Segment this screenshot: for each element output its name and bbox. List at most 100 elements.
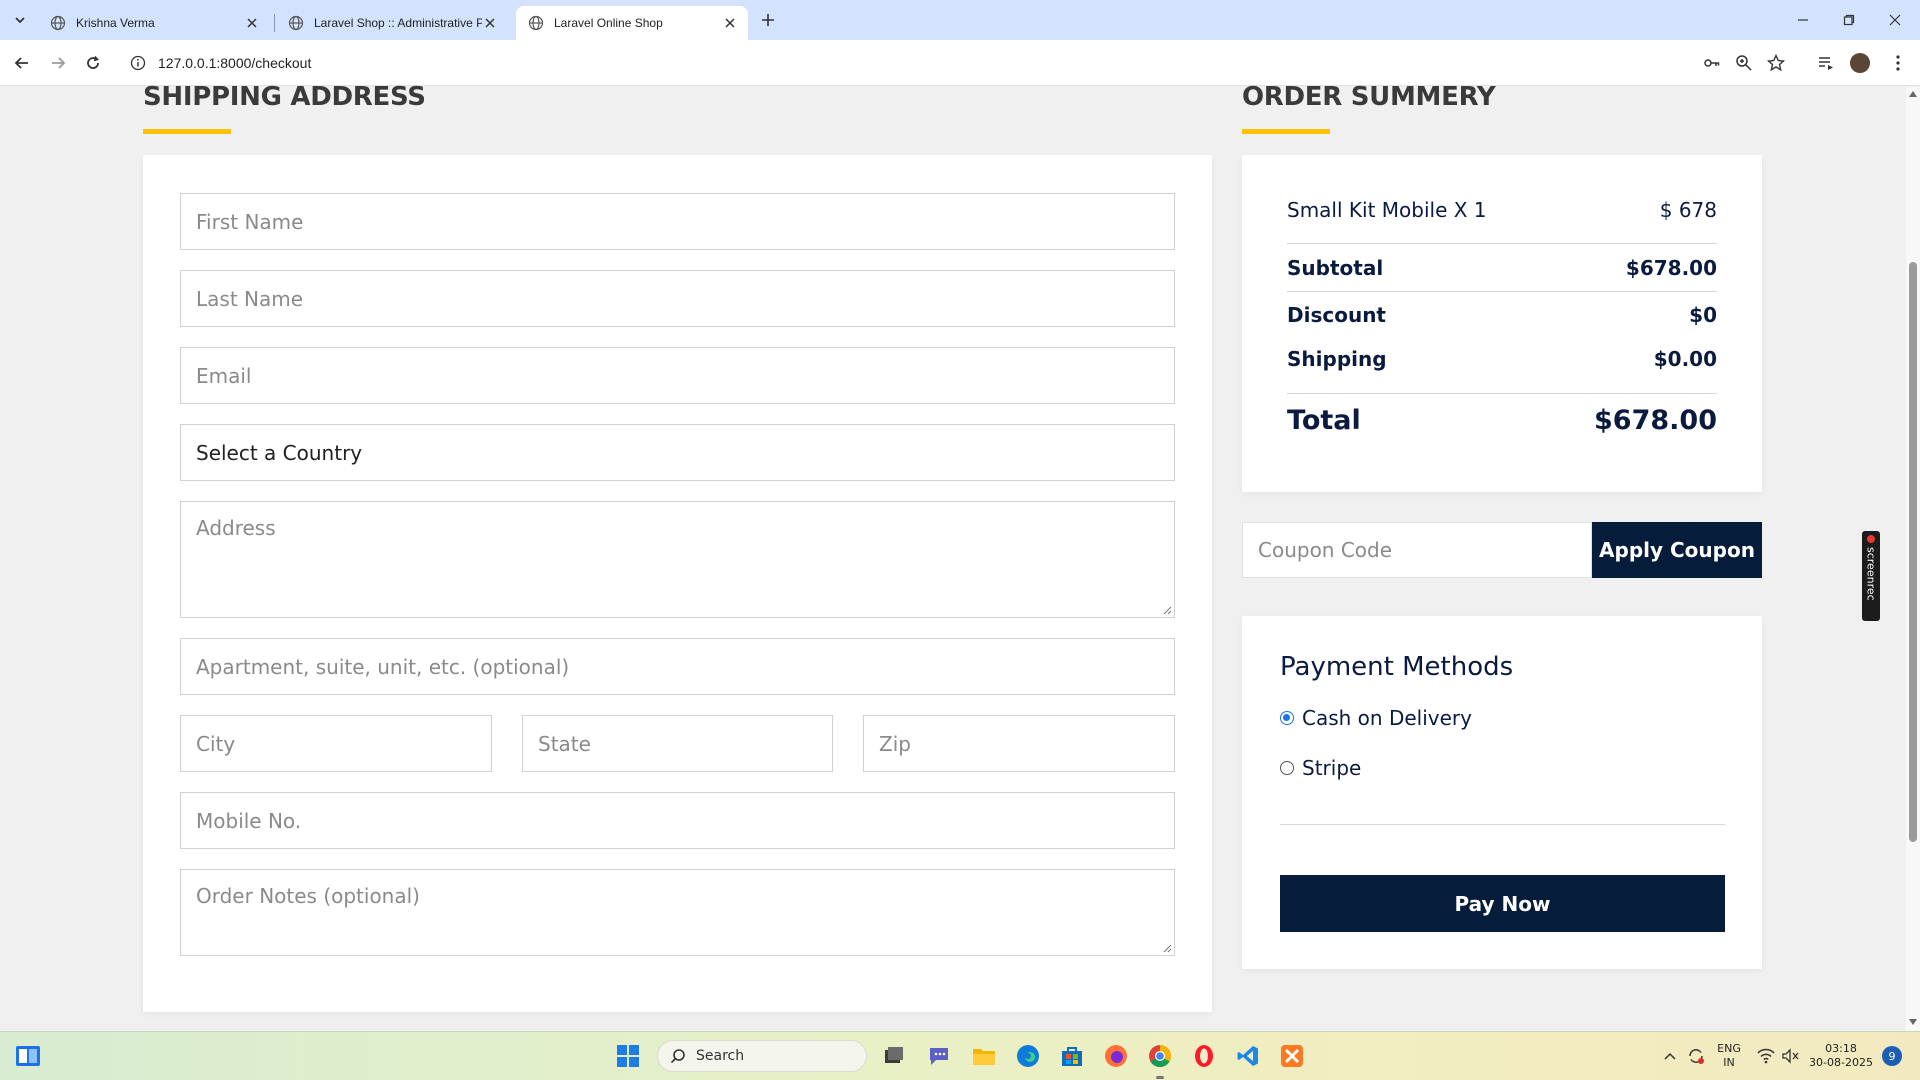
apply-coupon-button[interactable]: Apply Coupon [1592,522,1762,578]
url-text: 127.0.0.1:8000/checkout [158,55,312,71]
summary-item-row: Small Kit Mobile X 1 $ 678 [1287,198,1717,222]
state-input[interactable]: State [522,715,833,772]
coupon-code-input[interactable]: Coupon Code [1242,522,1592,578]
payment-methods-heading: Payment Methods [1280,652,1514,682]
microsoft-store-icon[interactable] [1058,1042,1086,1070]
resize-grip-icon[interactable] [1162,605,1172,615]
apartment-input[interactable]: Apartment, suite, unit, etc. (optional) [180,638,1175,695]
browser-tab-laravel-online-shop[interactable]: Laravel Online Shop [516,6,748,40]
city-input[interactable]: City [180,715,492,772]
browser-tab-laravel-admin[interactable]: Laravel Shop :: Administrative P [276,6,508,40]
chrome-icon[interactable] [1146,1042,1174,1070]
xampp-icon[interactable] [1278,1042,1306,1070]
password-key-icon[interactable] [1700,51,1724,75]
new-tab-plus-icon[interactable] [756,8,780,32]
search-label: Search [696,1048,745,1064]
sync-status-icon[interactable] [1682,1042,1710,1070]
back-arrow-icon[interactable] [9,50,35,76]
tab-title: Laravel Online Shop [554,16,663,30]
payment-option-label: Cash on Delivery [1302,706,1472,730]
divider [1287,291,1717,292]
tab-separator [274,14,275,32]
windows-taskbar: Search ENG IN 03:18 30-08-2025 9 [0,1031,1920,1080]
country-select[interactable]: Select a Country [180,424,1175,481]
search-icon [670,1049,685,1064]
media-queue-icon[interactable] [1814,51,1838,75]
zoom-icon[interactable] [1732,51,1756,75]
pay-now-button[interactable]: Pay Now [1280,875,1725,932]
payment-option-cod[interactable]: Cash on Delivery [1280,706,1472,730]
tab-search-dropdown-icon[interactable] [8,8,32,32]
order-summary-heading: ORDER SUMMERY [1242,82,1496,112]
language-bottom: IN [1723,1056,1735,1069]
radio-unchecked-icon[interactable] [1280,761,1294,775]
item-name: Small Kit Mobile X 1 [1287,198,1487,222]
edge-browser-icon[interactable] [1014,1042,1042,1070]
first-name-input[interactable]: First Name [180,193,1175,250]
forward-arrow-icon[interactable] [45,50,71,76]
close-icon[interactable] [482,15,498,31]
resize-grip-icon[interactable] [1162,943,1172,953]
chevron-up-icon[interactable] [1656,1042,1684,1070]
page-scrollbar[interactable] [1906,87,1920,1031]
globe-icon [288,15,304,31]
subtotal-label: Subtotal [1287,256,1384,280]
firefox-icon[interactable] [1102,1042,1130,1070]
subtotal-row: Subtotal $678.00 [1287,256,1717,280]
scrollbar-thumb[interactable] [1909,262,1917,842]
shipping-value: $0.00 [1653,347,1717,371]
active-app-indicator [1156,1076,1164,1079]
order-summary-card: Small Kit Mobile X 1 $ 678 Subtotal $678… [1242,155,1762,492]
notification-badge[interactable]: 9 [1882,1046,1902,1066]
subtotal-value: $678.00 [1625,256,1717,280]
scroll-down-arrow-icon[interactable] [1909,1019,1917,1025]
window-close-icon[interactable] [1872,0,1918,40]
file-explorer-icon[interactable] [970,1042,998,1070]
chat-icon[interactable] [925,1042,953,1070]
close-icon[interactable] [722,15,738,31]
zip-input[interactable]: Zip [863,715,1175,772]
address-textarea[interactable]: Address [180,501,1175,618]
vscode-icon[interactable] [1234,1042,1262,1070]
language-indicator[interactable]: ENG IN [1714,1042,1744,1070]
clock-time: 03:18 [1825,1042,1857,1055]
shipping-label: Shipping [1287,347,1387,371]
widgets-icon[interactable] [14,1042,42,1070]
screenrec-widget[interactable]: screenrec [1862,531,1880,621]
shipping-row: Shipping $0.00 [1287,347,1717,371]
shipping-address-heading: SHIPPING ADDRESS [143,82,426,112]
payment-option-stripe[interactable]: Stripe [1280,756,1361,780]
divider [1287,393,1717,394]
bookmark-star-icon[interactable] [1764,51,1788,75]
menu-kebab-icon[interactable] [1886,51,1910,75]
clock-date: 30-08-2025 [1809,1056,1873,1069]
opera-icon[interactable] [1190,1042,1218,1070]
mobile-input[interactable]: Mobile No. [180,792,1175,849]
language-top: ENG [1717,1042,1741,1055]
volume-muted-icon[interactable] [1776,1042,1804,1070]
divider [1287,243,1717,244]
browser-tab-bar: Krishna Verma Laravel Shop :: Administra… [0,0,1920,40]
radio-checked-icon[interactable] [1280,711,1294,725]
taskbar-search-box[interactable]: Search [657,1040,867,1072]
heading-underline [1242,129,1330,134]
task-view-icon[interactable] [880,1042,908,1070]
address-bar[interactable]: 127.0.0.1:8000/checkout [120,46,1790,80]
windows-start-icon[interactable] [614,1042,642,1070]
browser-tab-krishna-verma[interactable]: Krishna Verma [38,6,270,40]
profile-avatar-icon[interactable] [1848,51,1872,75]
last-name-input[interactable]: Last Name [180,270,1175,327]
reload-icon[interactable] [80,50,106,76]
email-input[interactable]: Email [180,347,1175,404]
total-label: Total [1287,405,1361,436]
total-value: $678.00 [1594,405,1717,436]
discount-value: $0 [1689,303,1717,327]
site-info-icon[interactable] [130,55,146,71]
order-notes-textarea[interactable]: Order Notes (optional) [180,869,1175,956]
browser-toolbar: 127.0.0.1:8000/checkout [0,40,1920,86]
restore-icon[interactable] [1826,0,1872,40]
clock[interactable]: 03:18 30-08-2025 [1806,1042,1876,1070]
scroll-up-arrow-icon[interactable] [1909,91,1917,97]
close-icon[interactable] [244,15,260,31]
minimize-icon[interactable] [1780,0,1826,40]
